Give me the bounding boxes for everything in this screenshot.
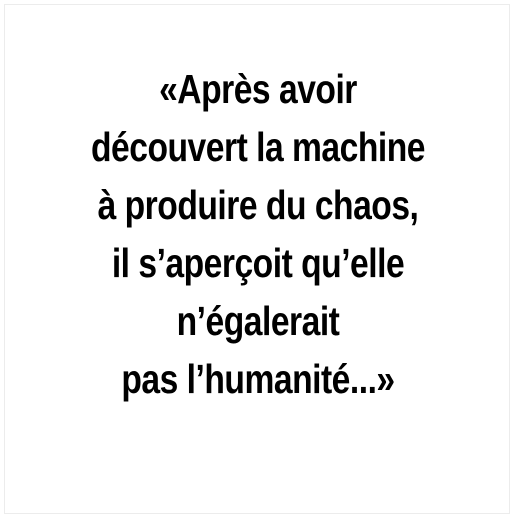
quote-line-1: «Après avoir [159, 66, 357, 112]
quote-line-6: pas l’humanité...» [121, 356, 395, 402]
quote-line-2: découvert la machine [91, 124, 425, 170]
quote-line-4: il s’aperçoit qu’elle [111, 240, 405, 286]
quote-line-3: à produire du chaos, [97, 182, 419, 228]
quote-line-5: n’égalerait [176, 298, 340, 344]
quote-text: «Après avoir découvert la machine à prod… [46, 60, 469, 408]
